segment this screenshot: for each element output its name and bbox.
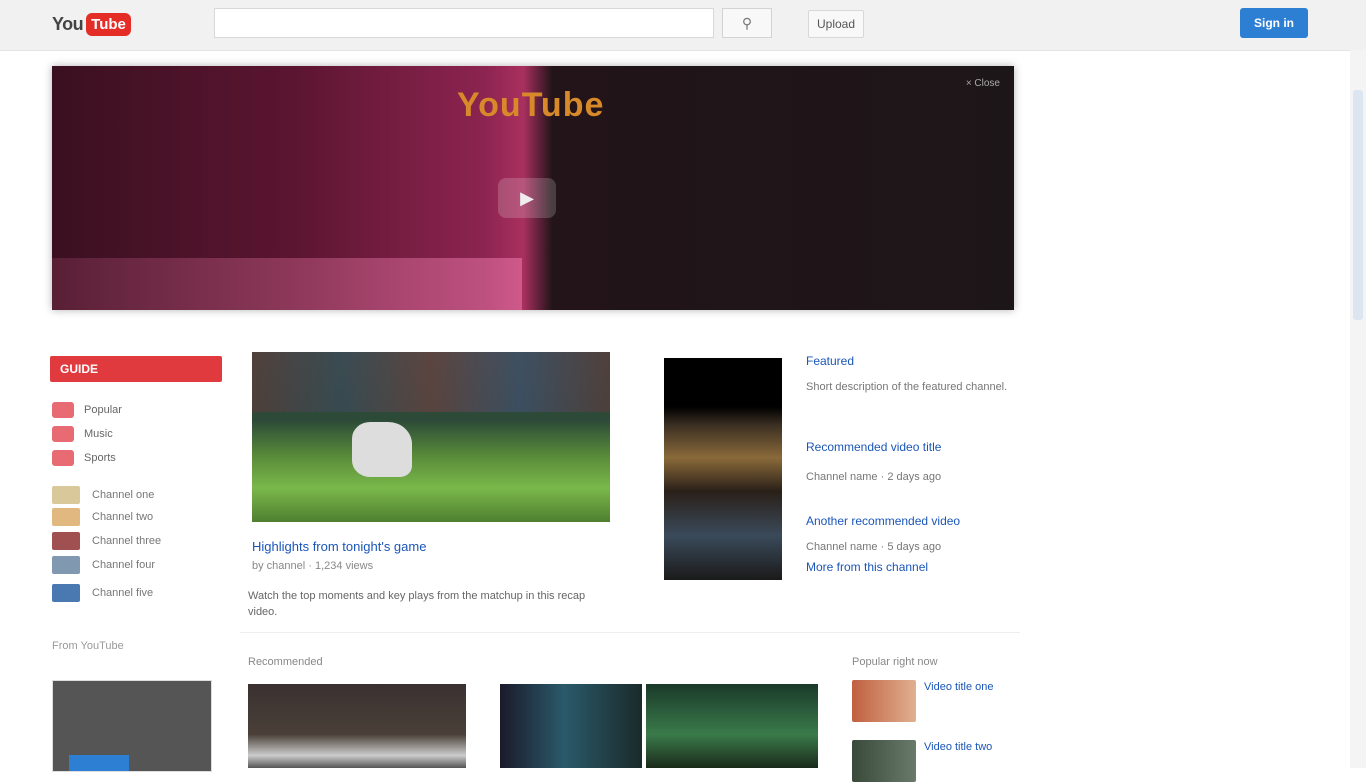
channel-avatar — [52, 584, 80, 602]
side-list-item[interactable]: Video title two — [852, 740, 1004, 782]
sidebar-item-popular[interactable]: Popular — [52, 400, 122, 420]
scrollbar-thumb[interactable] — [1353, 90, 1363, 320]
play-icon: ▶ — [520, 187, 534, 208]
subscription-item[interactable]: Channel five — [52, 582, 153, 604]
side-list-thumbnail — [852, 740, 916, 782]
section-label: Recommended — [248, 656, 323, 668]
subscription-label: Channel two — [92, 511, 154, 523]
logo-text-you: You — [52, 13, 84, 34]
subscription-label: Channel five — [92, 587, 154, 599]
youtube-logo[interactable]: You Tube — [52, 10, 131, 38]
music-icon — [52, 426, 74, 442]
page-scrollbar[interactable] — [1350, 50, 1366, 768]
channel-avatar — [52, 508, 80, 526]
logo-text-tube: Tube — [86, 12, 131, 36]
sports-icon — [52, 450, 74, 466]
subscription-item[interactable]: Channel three — [52, 530, 161, 552]
subscription-label: Channel three — [92, 535, 162, 547]
promo-link[interactable]: Another recommended video — [806, 514, 960, 528]
promo-text: Channel name · 2 days ago — [806, 471, 942, 483]
sign-in-button[interactable]: Sign in — [1240, 8, 1308, 38]
top-bar: You Tube ⚲ Upload Sign in — [0, 0, 1366, 51]
search-icon: ⚲ — [741, 14, 753, 31]
sidebar-item-label: Music — [84, 428, 113, 440]
side-list-link: Video title two — [924, 741, 993, 753]
thumbnail-player — [352, 422, 412, 477]
subscription-item[interactable]: Channel two — [52, 506, 153, 528]
promo-kicker[interactable]: Featured — [806, 354, 854, 368]
video-thumbnail[interactable] — [500, 684, 642, 768]
video-thumbnail[interactable] — [646, 684, 818, 768]
banner-play-button[interactable]: ▶ — [498, 178, 556, 218]
guide-sidebar: GUIDE Popular Music Sports Channel one C… — [48, 350, 228, 772]
promo-video-thumbnail[interactable] — [664, 358, 782, 580]
side-list-link: Video title one — [924, 681, 994, 693]
sidebar-item-label: Sports — [84, 452, 116, 464]
banner-close-link[interactable]: × Close — [966, 78, 1000, 89]
sidebar-promo-card[interactable] — [52, 680, 212, 772]
banner-glow — [52, 258, 522, 310]
channel-avatar — [52, 486, 80, 504]
popular-icon — [52, 402, 74, 418]
sidebar-item-music[interactable]: Music — [52, 424, 113, 444]
subscription-label: Channel four — [92, 559, 155, 571]
search-button[interactable]: ⚲ — [722, 8, 772, 38]
feature-video-meta: by channel · 1,234 views — [252, 560, 374, 572]
feature-video-title[interactable]: Highlights from tonight's game — [252, 538, 612, 556]
sidebar-section-label: From YouTube — [52, 640, 124, 652]
subscription-item[interactable]: Channel one — [52, 484, 154, 506]
search-input[interactable] — [214, 8, 714, 38]
section-divider — [240, 632, 1020, 633]
subscription-label: Channel one — [92, 489, 155, 501]
guide-button[interactable]: GUIDE — [50, 356, 222, 382]
promo-text: Short description of the featured channe… — [806, 381, 1008, 393]
feature-video-thumbnail[interactable] — [252, 352, 610, 522]
channel-avatar — [52, 532, 80, 550]
channel-avatar — [52, 556, 80, 574]
side-list-title: Popular right now — [852, 656, 938, 668]
promo-link[interactable]: Recommended video title — [806, 440, 941, 454]
banner-title: YouTube — [457, 86, 605, 124]
thumbnail-crowd — [252, 352, 610, 412]
side-list-thumbnail — [852, 680, 916, 722]
side-list-item[interactable]: Video title one — [852, 680, 1004, 722]
sidebar-item-label: Popular — [84, 404, 122, 416]
promo-text: Channel name · 5 days ago — [806, 541, 942, 553]
promo-card-button[interactable] — [69, 755, 129, 771]
hero-banner[interactable]: YouTube ▶ × Close — [52, 66, 1014, 310]
upload-button[interactable]: Upload — [808, 10, 864, 38]
video-thumbnail[interactable] — [248, 684, 466, 768]
sidebar-item-sports[interactable]: Sports — [52, 448, 116, 468]
feature-video-description: Watch the top moments and key plays from… — [248, 590, 586, 618]
subscription-item[interactable]: Channel four — [52, 554, 155, 576]
promo-link[interactable]: More from this channel — [806, 560, 928, 574]
